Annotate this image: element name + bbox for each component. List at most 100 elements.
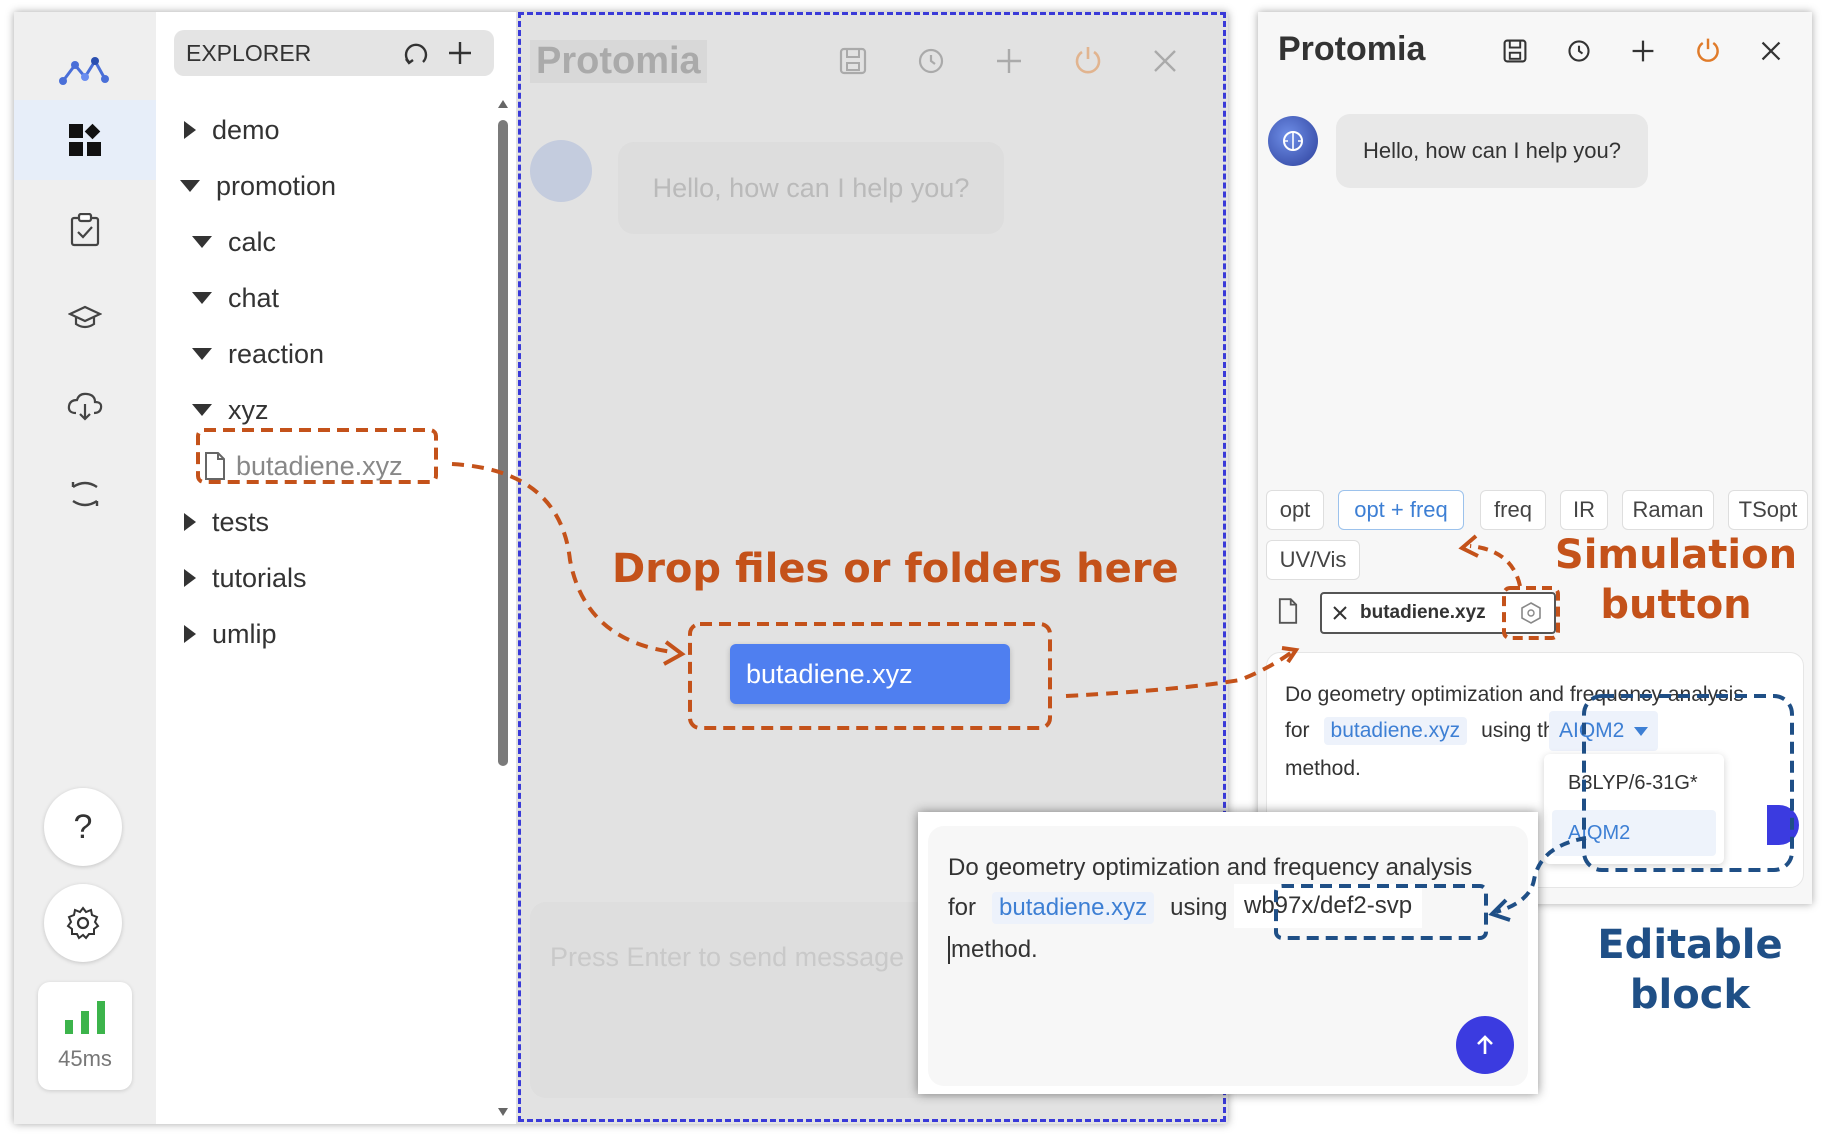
tree-folder-xyz[interactable]: xyz (192, 390, 269, 430)
tree-folder-calc[interactable]: calc (192, 222, 276, 262)
greeting-text: Hello, how can I help you? (1362, 138, 1622, 163)
tree-label: tests (212, 506, 270, 537)
prompt-line-3: method. (1285, 757, 1361, 781)
annot-edit-line1: Editable (1597, 922, 1783, 968)
prompt-text-end: method. (1285, 757, 1361, 780)
method-select[interactable]: AIQM2 (1549, 711, 1659, 751)
popup-editor[interactable]: Do geometry optimization and frequency a… (928, 826, 1528, 1086)
brain-chip-icon (1283, 131, 1303, 151)
chevron-down-icon (180, 180, 200, 192)
popup-method-value: wb97x/def2-svp (1244, 892, 1413, 919)
chip-uvvis[interactable]: UV/Vis (1266, 540, 1360, 580)
tree-label: chat (228, 282, 280, 313)
tree-label: promotion (216, 170, 337, 201)
popup-text: Do geometry optimization and frequency a… (948, 854, 1473, 881)
settings-button[interactable] (44, 884, 122, 962)
new-chat-button[interactable] (1630, 38, 1656, 69)
tree-folder-tests[interactable]: tests (184, 502, 269, 542)
tree-label: reaction (228, 338, 325, 369)
method-option-aiqm2[interactable]: AIQM2 (1552, 810, 1716, 856)
tree-folder-reaction[interactable]: reaction (192, 334, 324, 374)
help-button[interactable]: ? (44, 788, 122, 866)
chip-opt-freq[interactable]: opt + freq (1338, 490, 1464, 530)
annot-drop-label: Drop files or folders here (612, 546, 1179, 592)
chip-label: Raman (1632, 497, 1704, 522)
signal-bars-icon (65, 1001, 105, 1034)
explorer-header: EXPLORER (174, 30, 494, 76)
attached-file-label: butadiene.xyz (1360, 602, 1486, 623)
tree-folder-umlip[interactable]: umlip (184, 614, 277, 654)
explorer-panel: EXPLORER demo promotion calc chat reacti… (156, 12, 516, 1124)
latency-indicator[interactable]: 45ms (38, 982, 132, 1090)
chip-raman[interactable]: Raman (1622, 490, 1714, 530)
tree-folder-demo[interactable]: demo (184, 110, 280, 150)
tree-folder-promotion[interactable]: promotion (180, 166, 336, 206)
explorer-scrollbar[interactable] (498, 120, 508, 766)
method-option-b3lyp[interactable]: B3LYP/6-31G* (1544, 760, 1724, 806)
power-button[interactable] (1694, 36, 1722, 69)
chevron-right-icon (184, 121, 196, 139)
plus-icon (449, 42, 471, 64)
latency-value: 45ms (58, 1046, 112, 1071)
annot-sim-line1: Simulation (1554, 532, 1798, 578)
plus-icon (1632, 40, 1654, 62)
refresh-button[interactable] (394, 33, 438, 73)
annot-simulation-text: Simulation button (1554, 530, 1798, 630)
tree-label: demo (212, 114, 280, 145)
help-icon: ? (73, 807, 93, 846)
dashboard-icon[interactable] (14, 100, 156, 180)
editable-block-popup: Do geometry optimization and frequency a… (918, 812, 1538, 1094)
simulation-button[interactable] (1514, 596, 1548, 630)
logo-icon (14, 30, 156, 110)
protomia-panel: Protomia Hello, how can I help you? opt … (1258, 12, 1812, 904)
remove-file-icon[interactable] (1332, 605, 1348, 621)
scroll-up-arrow[interactable] (498, 100, 508, 108)
prompt-for: for (1285, 719, 1310, 742)
popup-text-end: method. (951, 936, 1038, 963)
arrow-up-icon (1477, 1035, 1493, 1054)
file-icon (205, 452, 225, 480)
tree-label: calc (228, 226, 277, 257)
tree-label: umlip (212, 618, 277, 649)
chevron-down-icon (192, 348, 212, 360)
tree-label: tutorials (212, 562, 307, 593)
chip-label: TSopt (1738, 497, 1798, 522)
send-button-partial[interactable] (1767, 805, 1799, 845)
scroll-down-arrow[interactable] (498, 1108, 508, 1116)
explorer-title: EXPLORER (186, 39, 312, 66)
chip-tsopt[interactable]: TSopt (1728, 490, 1808, 530)
tree-folder-chat[interactable]: chat (192, 278, 279, 318)
save-button[interactable] (1502, 38, 1528, 69)
graduation-cap-icon[interactable] (14, 278, 156, 358)
popup-for: for (948, 894, 977, 921)
assistant-avatar (1268, 116, 1318, 166)
tree-label: xyz (228, 394, 269, 425)
activity-bar: ? 45ms (14, 12, 156, 1124)
send-button[interactable] (1456, 1016, 1514, 1074)
tree-folder-tutorials[interactable]: tutorials (184, 558, 307, 598)
tree-file-butadiene[interactable]: butadiene.xyz (204, 446, 403, 486)
prompt-file-ref[interactable]: butadiene.xyz (1323, 717, 1468, 745)
sync-icon[interactable] (14, 454, 156, 534)
popup-line-2: for butadiene.xyz using the (948, 892, 1268, 924)
refresh-icon (404, 43, 428, 65)
new-file-button[interactable] (438, 33, 482, 73)
annot-editable-text: Editable block (1580, 920, 1800, 1020)
tree-label: butadiene.xyz (236, 450, 403, 481)
popup-file-ref[interactable]: butadiene.xyz (992, 892, 1155, 924)
clipboard-check-icon[interactable] (14, 190, 156, 270)
popup-method-input[interactable]: wb97x/def2-svp (1234, 884, 1423, 928)
chevron-down-icon (192, 404, 212, 416)
molecule-sim-icon (1521, 602, 1541, 624)
cloud-download-icon[interactable] (14, 366, 156, 446)
chevron-right-icon (184, 513, 196, 531)
panel-title: Protomia (1278, 30, 1426, 68)
chip-ir[interactable]: IR (1560, 490, 1608, 530)
attach-file-button[interactable] (1278, 598, 1298, 629)
chip-freq[interactable]: freq (1480, 490, 1546, 530)
caret-down-icon (1634, 726, 1649, 736)
close-button[interactable] (1760, 40, 1782, 67)
annot-sim-line2: button (1600, 582, 1752, 628)
chip-opt[interactable]: opt (1266, 490, 1324, 530)
history-button[interactable] (1566, 38, 1592, 69)
